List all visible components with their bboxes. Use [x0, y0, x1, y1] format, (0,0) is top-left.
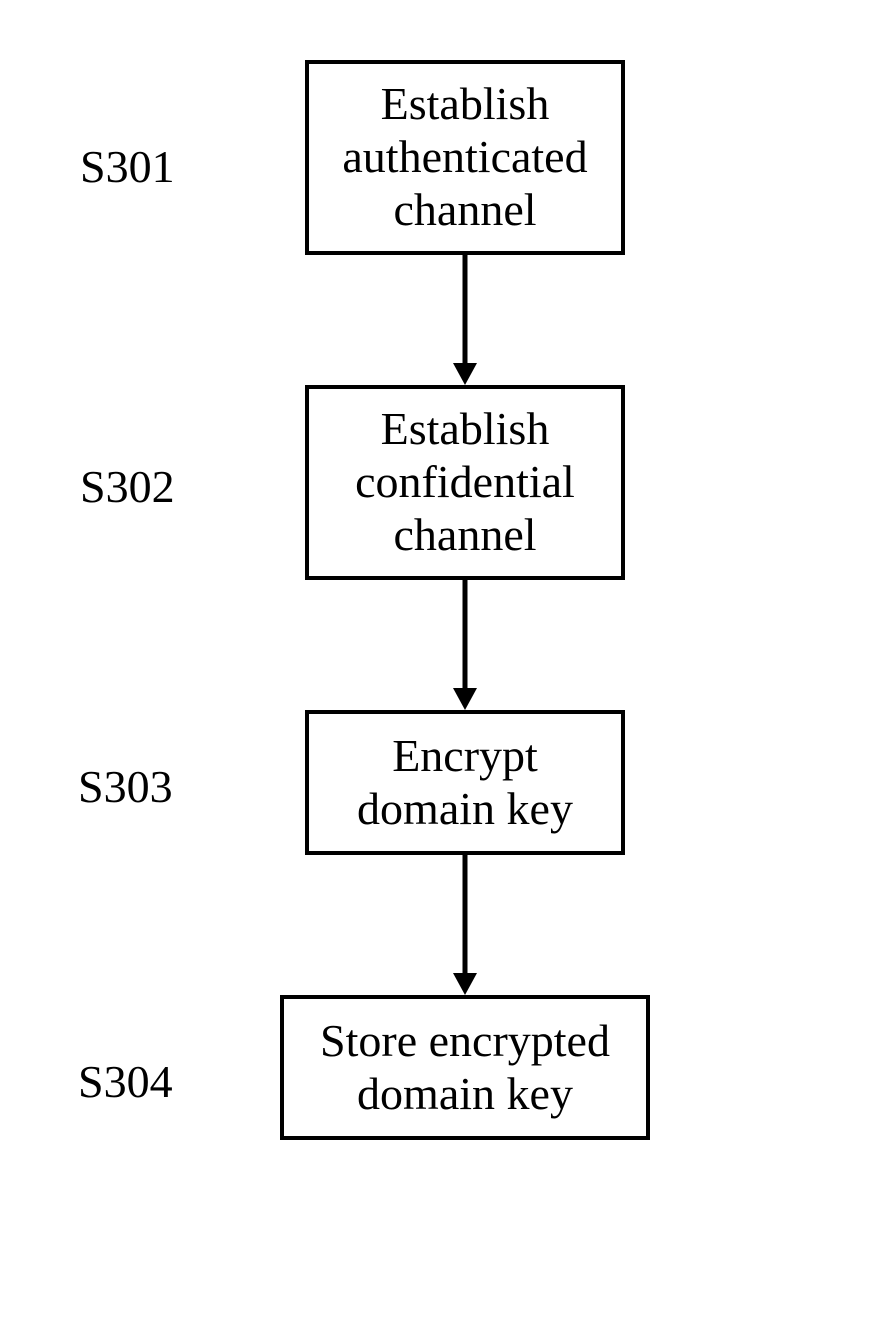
arrow-icon	[453, 855, 477, 995]
box-line: channel	[393, 184, 536, 237]
flow-box-s301: Establish authenticated channel	[305, 60, 625, 255]
box-line: authenticated	[342, 131, 587, 184]
box-line: Establish	[381, 78, 550, 131]
box-line: Store encrypted	[320, 1015, 610, 1068]
box-line: Encrypt	[392, 730, 538, 783]
arrow-icon	[453, 255, 477, 385]
step-label-s304: S304	[78, 1055, 173, 1108]
flow-box-s303: Encrypt domain key	[305, 710, 625, 855]
box-line: domain key	[357, 1068, 573, 1121]
arrow-icon	[453, 580, 477, 710]
flow-box-s302: Establish confidential channel	[305, 385, 625, 580]
box-line: domain key	[357, 783, 573, 836]
box-line: channel	[393, 509, 536, 562]
flow-box-s304: Store encrypted domain key	[280, 995, 650, 1140]
step-label-s301: S301	[80, 140, 175, 193]
step-label-s303: S303	[78, 760, 173, 813]
box-line: confidential	[355, 456, 575, 509]
box-line: Establish	[381, 403, 550, 456]
step-label-s302: S302	[80, 460, 175, 513]
